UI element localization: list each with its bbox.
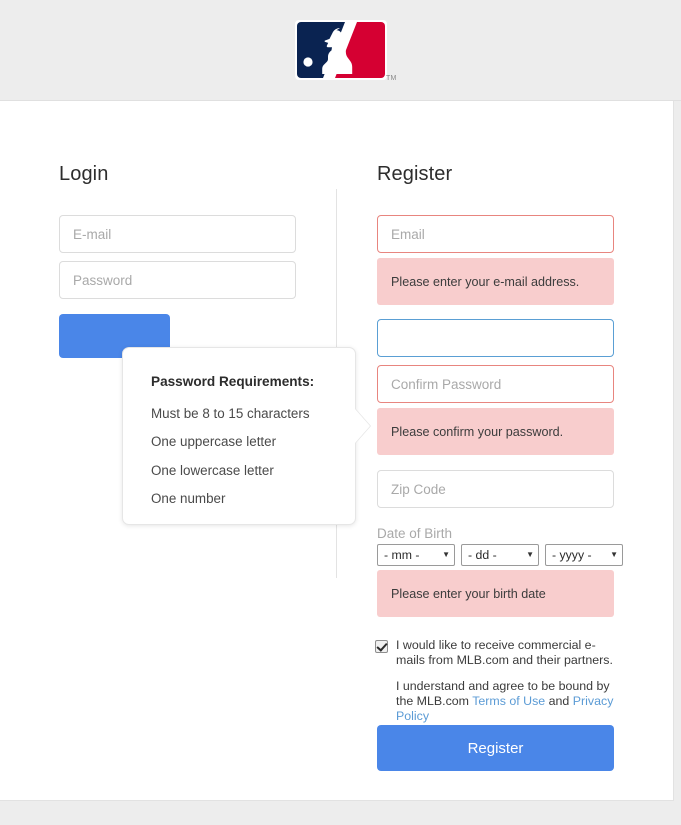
date-of-birth-row: - mm - ▼ - dd - ▼ - yyyy - ▼ — [377, 544, 623, 566]
dob-month-select[interactable]: - mm - ▼ — [377, 544, 455, 566]
register-heading: Register — [377, 163, 452, 186]
form-columns: Login Register Please enter your e-mail … — [0, 101, 673, 800]
tooltip-requirement: One number — [151, 491, 327, 506]
login-password-input[interactable] — [59, 261, 296, 299]
tooltip-requirement: One lowercase letter — [151, 463, 327, 478]
tooltip-title: Password Requirements: — [151, 374, 327, 389]
dob-day-value: - dd - — [468, 548, 497, 562]
register-email-input[interactable] — [377, 215, 614, 253]
content-card: Login Register Please enter your e-mail … — [0, 101, 674, 801]
login-email-input[interactable] — [59, 215, 296, 253]
tooltip-requirement: One uppercase letter — [151, 434, 327, 449]
tooltip-requirement: Must be 8 to 15 characters — [151, 406, 327, 421]
dob-year-select[interactable]: - yyyy - ▼ — [545, 544, 623, 566]
register-confirm-password-input[interactable] — [377, 365, 614, 403]
chevron-down-icon: ▼ — [442, 551, 450, 559]
login-heading: Login — [59, 163, 108, 186]
register-confirm-password-error: Please confirm your password. — [377, 408, 614, 455]
register-zip-input[interactable] — [377, 470, 614, 508]
dob-month-value: - mm - — [384, 548, 420, 562]
register-password-input[interactable] — [377, 319, 614, 357]
marketing-consent-label: I would like to receive commercial e-mai… — [396, 638, 620, 668]
terms-agreement-text: I understand and agree to be bound by th… — [396, 679, 620, 724]
site-header: TM — [0, 0, 681, 101]
dob-day-select[interactable]: - dd - ▼ — [461, 544, 539, 566]
register-dob-error: Please enter your birth date — [377, 570, 614, 617]
marketing-consent-row: I would like to receive commercial e-mai… — [375, 638, 620, 668]
dob-year-value: - yyyy - — [552, 548, 592, 562]
chevron-down-icon: ▼ — [526, 551, 534, 559]
tooltip-content: Password Requirements: Must be 8 to 15 c… — [123, 348, 355, 507]
register-email-error: Please enter your e-mail address. — [377, 258, 614, 305]
consent-block: I would like to receive commercial e-mai… — [375, 638, 620, 724]
terms-of-use-link[interactable]: Terms of Use — [472, 694, 545, 708]
mlb-logo: TM — [292, 17, 390, 83]
password-requirements-tooltip: Password Requirements: Must be 8 to 15 c… — [122, 347, 356, 525]
date-of-birth-label: Date of Birth — [377, 526, 452, 541]
chevron-down-icon: ▼ — [610, 551, 618, 559]
terms-conjunction: and — [545, 694, 573, 708]
marketing-consent-checkbox[interactable] — [375, 640, 388, 653]
tooltip-arrow-icon — [355, 409, 370, 443]
register-submit-button[interactable]: Register — [377, 725, 614, 771]
trademark-symbol: TM — [386, 75, 397, 82]
